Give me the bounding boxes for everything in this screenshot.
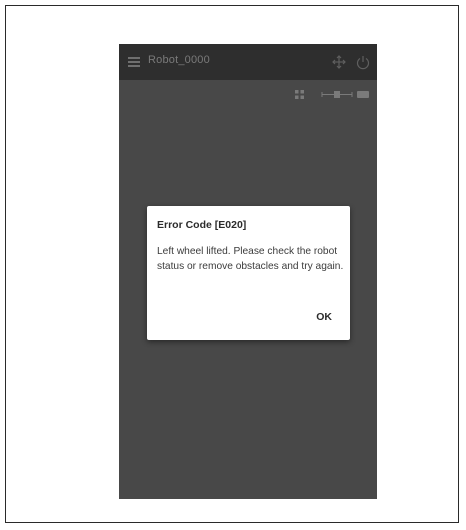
error-message: Left wheel lifted. Please check the robo… — [157, 246, 344, 272]
error-dialog: Error Code [E020] Left wheel lifted. Ple… — [147, 206, 350, 340]
hamburger-menu-icon[interactable] — [128, 57, 140, 67]
battery-icon — [357, 91, 369, 98]
slider-icon — [321, 91, 353, 98]
screenshot-frame: Robot_0000 Error Code [E020] Left wheel … — [5, 5, 459, 523]
phone-screen: Robot_0000 Error Code [E020] Left wheel … — [119, 44, 377, 499]
app-title: Robot_0000 — [148, 54, 210, 66]
app-bar: Robot_0000 — [119, 44, 377, 80]
error-code-title: Error Code [E020] — [157, 219, 247, 231]
power-icon[interactable] — [355, 54, 371, 70]
status-row — [119, 88, 377, 102]
grid-icon — [295, 90, 304, 99]
ok-button[interactable]: OK — [312, 309, 336, 325]
move-arrows-icon[interactable] — [331, 54, 347, 70]
